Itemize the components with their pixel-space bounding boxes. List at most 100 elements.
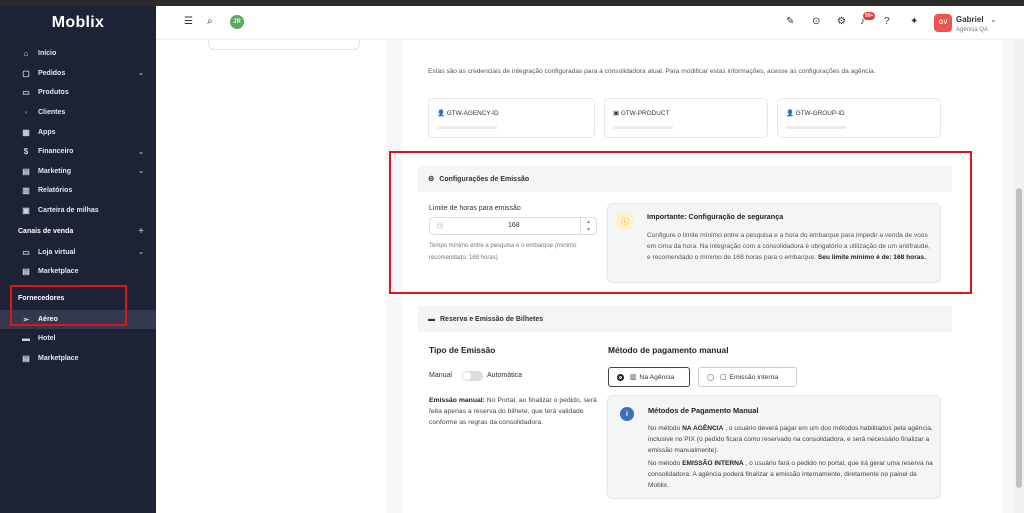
sidebar-item-label: Loja virtual — [38, 248, 76, 256]
sidebar-item-label: Início — [38, 50, 57, 58]
user-name[interactable]: Gabriel — [956, 15, 984, 24]
grid-icon: ▦ — [22, 127, 30, 137]
avatar[interactable]: JR — [230, 15, 244, 29]
brand-logo[interactable]: Moblix — [0, 6, 156, 40]
payment-methods-title: Métodos de Pagamento Manual — [648, 406, 759, 415]
section-title: Reserva e Emissão de Bilhetes — [440, 315, 544, 323]
automatic-label: Automática — [487, 372, 523, 379]
credential-label: GTW-GROUP-ID — [795, 110, 845, 117]
sidebar: Moblix ⌂ Início ▢ Pedidos ⌄ ▭ Produtos ◦ Clie… — [0, 6, 156, 513]
bed-icon: ▬ — [22, 334, 30, 344]
sidebar-item-clientes[interactable]: ◦ Clientes — [0, 103, 156, 123]
megaphone-icon: ▤ — [22, 166, 30, 176]
manual-description: Emissão manual: No Portal, ao finalizar … — [429, 395, 597, 428]
sidebar-item-label: Marketplace — [38, 355, 79, 363]
home-icon: ⌂ — [23, 49, 29, 59]
highlight-box-emission — [389, 151, 972, 294]
credential-card-agency: 👤 GTW-AGENCY-ID — [428, 98, 595, 138]
person-icon: 👤 — [786, 110, 796, 117]
radio-selected — [617, 373, 624, 381]
credential-card-group: 👤 GTW-GROUP-ID — [777, 98, 941, 138]
sidebar-item-label: Marketplace — [38, 268, 79, 276]
pm-agency-bold: NA AGÊNCIA — [682, 425, 724, 432]
gear-icon[interactable]: ⚙ — [837, 16, 846, 27]
sidebar-item-loja-virtual[interactable]: ▭ Loja virtual ⌄ — [0, 242, 156, 262]
booking-section-header: ▬ Reserva e Emissão de Bilhetes — [418, 306, 952, 332]
menu-icon[interactable]: ☰ — [184, 16, 193, 27]
wallet-icon: ▣ — [22, 206, 30, 216]
sidebar-item-financeiro[interactable]: $ Financeiro ⌄ — [0, 142, 156, 162]
sidebar-item-marketplace[interactable]: ▤ Marketplace — [0, 262, 156, 282]
sparkle-icon[interactable]: ✦ — [910, 16, 918, 27]
sidebar-item-label: Hotel — [38, 335, 56, 343]
sidebar-item-hotel[interactable]: ▬ Hotel — [0, 329, 156, 349]
sidebar-item-carteira[interactable]: ▣ Carteira de milhas — [0, 201, 156, 221]
sidebar-item-produtos[interactable]: ▭ Produtos — [0, 83, 156, 103]
highlight-box-suppliers — [10, 285, 127, 326]
chevron-down-icon: ⌄ — [138, 249, 144, 257]
store-icon: ▤ — [22, 354, 30, 364]
radio-unselected — [707, 373, 714, 381]
bank-icon: ▥ — [630, 374, 637, 381]
sidebar-item-label: Pedidos — [38, 69, 66, 77]
sidebar-item-label: Produtos — [38, 89, 69, 97]
briefcase-icon: ▣ — [613, 110, 621, 117]
left-card — [208, 40, 360, 50]
box-icon: ▭ — [22, 88, 30, 98]
payment-option-agency[interactable]: ▥ Na Agência — [608, 367, 690, 387]
credential-card-product: ▣ GTW-PRODUCT — [604, 98, 768, 138]
monitor-icon: ▭ — [22, 247, 30, 257]
user-agency: Agência QA — [956, 27, 989, 33]
sidebar-item-label: Relatórios — [38, 187, 73, 195]
emission-type-toggle[interactable] — [462, 371, 483, 381]
sidebar-item-marketplace-supplier[interactable]: ▤ Marketplace — [0, 349, 156, 369]
sidebar-item-apps[interactable]: ▦ Apps — [0, 122, 156, 142]
option-label: Na Agência — [639, 373, 675, 381]
payment-method-title: Método de pagamento manual — [608, 345, 729, 355]
document-icon: ▢ — [720, 374, 727, 381]
sidebar-item-pedidos[interactable]: ▢ Pedidos ⌄ — [0, 64, 156, 84]
coin-icon: $ — [23, 147, 29, 157]
store-icon: ▤ — [22, 267, 30, 277]
sidebar-item-label: Apps — [38, 128, 56, 136]
option-label: Emissão interna — [729, 373, 779, 381]
left-panel — [156, 40, 386, 513]
person-icon: 👤 — [437, 110, 447, 117]
ticket-icon: ▬ — [428, 315, 435, 323]
document-icon: ▢ — [22, 68, 30, 78]
credentials-intro: Estas são as credenciais de integração c… — [428, 68, 876, 75]
help-icon[interactable]: ? — [884, 16, 890, 27]
payment-option-internal[interactable]: ▢ Emissão interna — [698, 367, 797, 387]
sidebar-item-label: Financeiro — [38, 148, 74, 156]
topbar: ☰ ⌕ JR ✎ ⊙ ⚙ ♪ 99+ ? ✦ GV Gabriel Agênci… — [156, 6, 1024, 40]
chevron-down-icon: ⌄ — [138, 70, 144, 78]
emission-type-title: Tipo de Emissão — [429, 345, 496, 355]
credential-label: GTW-AGENCY-ID — [446, 110, 499, 117]
sidebar-item-marketing[interactable]: ▤ Marketing ⌄ — [0, 162, 156, 182]
chevron-down-icon[interactable]: ⌄ — [990, 15, 997, 24]
payment-method-internal-text: No método EMISSÃO INTERNA , o usuário fa… — [648, 458, 933, 491]
sidebar-item-label: Clientes — [38, 109, 66, 117]
scrollbar-thumb[interactable] — [1016, 188, 1022, 488]
manual-label: Manual — [429, 372, 452, 379]
info-icon: i — [620, 407, 634, 421]
search-icon[interactable]: ⌕ — [207, 16, 213, 27]
section-canais-de-venda: Canais de venda + — [0, 220, 156, 242]
manual-desc-bold: Emissão manual: — [429, 397, 485, 404]
pm-prefix: No método — [648, 460, 681, 467]
pm-internal-bold: EMISSÃO INTERNA — [682, 460, 744, 467]
user-avatar[interactable]: GV — [934, 14, 952, 32]
section-label: Canais de venda — [18, 227, 74, 235]
chevron-down-icon: ⌄ — [138, 148, 144, 156]
sidebar-item-inicio[interactable]: ⌂ Início — [0, 44, 156, 64]
pm-prefix: No método — [648, 425, 681, 432]
edit-icon[interactable]: ✎ — [786, 16, 794, 27]
person-icon: ◦ — [24, 108, 28, 118]
sidebar-item-relatorios[interactable]: ▥ Relatórios — [0, 181, 156, 201]
sidebar-item-label: Marketing — [38, 167, 72, 175]
notification-badge: 99+ — [863, 12, 876, 20]
circle-dot-icon[interactable]: ⊙ — [812, 16, 820, 27]
credential-label: GTW-PRODUCT — [620, 110, 670, 117]
plus-icon[interactable]: + — [138, 226, 144, 237]
sidebar-item-label: Carteira de milhas — [38, 207, 99, 215]
